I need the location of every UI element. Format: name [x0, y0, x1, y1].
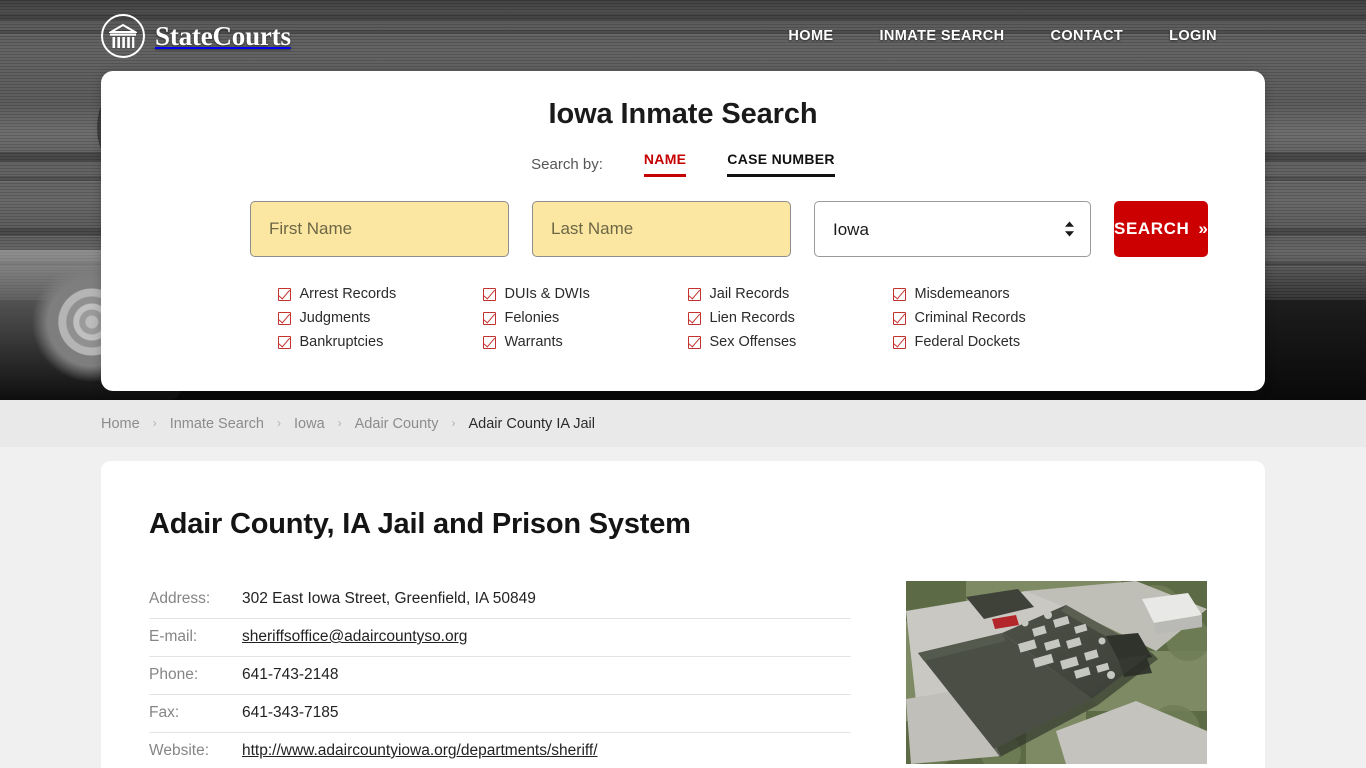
record-type-item[interactable]: Criminal Records — [892, 306, 1098, 330]
chevron-right-icon: › — [152, 415, 157, 430]
record-type-label: Jail Records — [709, 286, 790, 302]
main-menu: HOME INMATE SEARCH CONTACT LOGIN — [742, 22, 1217, 50]
record-type-label: Warrants — [504, 334, 563, 350]
table-row: Website: http://www.adaircountyiowa.org/… — [149, 733, 851, 768]
record-type-label: Bankruptcies — [299, 334, 384, 350]
check-icon — [892, 287, 906, 301]
detail-label: E-mail: — [149, 628, 198, 645]
record-type-item[interactable]: Sex Offenses — [687, 330, 893, 354]
record-type-label: Misdemeanors — [914, 286, 1010, 302]
breadcrumb-item-iowa[interactable]: Iowa — [294, 416, 325, 432]
breadcrumb-item-home[interactable]: Home — [101, 416, 140, 432]
detail-value-email-link[interactable]: sheriffsoffice@adaircountyso.org — [242, 628, 467, 645]
double-chevron-right-icon: » — [1198, 219, 1209, 238]
search-form: Iowa SEARCH » — [101, 201, 1265, 257]
check-icon — [687, 287, 701, 301]
check-icon — [277, 287, 291, 301]
check-icon — [482, 311, 496, 325]
record-type-label: Lien Records — [709, 310, 795, 326]
table-row: Address: 302 East Iowa Street, Greenfiel… — [149, 581, 851, 619]
record-type-item[interactable]: Arrest Records — [277, 282, 483, 306]
detail-label: Fax: — [149, 704, 180, 721]
record-type-item[interactable]: DUIs & DWIs — [482, 282, 688, 306]
breadcrumb-item-current: Adair County IA Jail — [468, 415, 596, 432]
page-title: Adair County, IA Jail and Prison System — [149, 508, 691, 540]
state-select[interactable]: Iowa — [814, 201, 1091, 257]
facility-contact-table: Address: 302 East Iowa Street, Greenfiel… — [149, 581, 851, 768]
record-type-label: Felonies — [504, 310, 560, 326]
check-icon — [687, 311, 701, 325]
record-type-label: Federal Dockets — [914, 334, 1021, 350]
record-type-label: Sex Offenses — [709, 334, 797, 350]
last-name-input[interactable] — [532, 201, 791, 257]
search-button-label: SEARCH — [1114, 219, 1190, 238]
search-by-row: Search by: NAME CASE NUMBER — [101, 151, 1265, 177]
courthouse-circle-icon — [101, 14, 145, 58]
brand-name-text: StateCourts — [155, 20, 291, 51]
chevron-right-icon: › — [277, 415, 281, 430]
check-icon — [892, 335, 906, 349]
check-icon — [277, 335, 291, 349]
search-button[interactable]: SEARCH » — [1114, 201, 1209, 257]
record-type-item[interactable]: Felonies — [482, 306, 688, 330]
detail-value-phone: 641-743-2148 — [242, 666, 339, 683]
detail-label: Address: — [149, 590, 211, 607]
record-type-label: Criminal Records — [914, 310, 1026, 326]
record-type-item[interactable]: Misdemeanors — [892, 282, 1098, 306]
check-icon — [482, 287, 496, 301]
breadcrumb-item-adair-county[interactable]: Adair County — [355, 416, 439, 432]
detail-value-address: 302 East Iowa Street, Greenfield, IA 508… — [242, 590, 536, 607]
record-type-item[interactable]: Judgments — [277, 306, 483, 330]
check-icon — [277, 311, 291, 325]
search-by-label: Search by: — [531, 156, 603, 173]
record-type-label: Arrest Records — [299, 286, 397, 302]
detail-label: Website: — [149, 742, 210, 759]
record-type-item[interactable]: Warrants — [482, 330, 688, 354]
nav-item-login[interactable]: LOGIN — [1169, 22, 1217, 50]
nav-item-home[interactable]: HOME — [788, 22, 833, 50]
chevron-right-icon: › — [337, 415, 342, 430]
record-type-list: Arrest Records DUIs & DWIs Jail Records … — [101, 282, 1265, 354]
detail-value-fax: 641-343-7185 — [242, 704, 339, 721]
state-select-wrapper: Iowa — [814, 201, 1091, 257]
brand-logo-link[interactable]: StateCourts — [101, 14, 291, 58]
facility-detail-card: Adair County, IA Jail and Prison System … — [101, 461, 1265, 768]
check-icon — [687, 335, 701, 349]
tab-case-number[interactable]: CASE NUMBER — [727, 151, 835, 177]
tab-name[interactable]: NAME — [643, 151, 687, 177]
first-name-input[interactable] — [250, 201, 509, 257]
chevron-right-icon: › — [451, 415, 456, 430]
hero-banner: COURT HOUSE StateCourts HOME — [0, 0, 1366, 400]
table-row: E-mail: sheriffsoffice@adaircountyso.org — [149, 619, 851, 657]
record-type-item[interactable]: Federal Dockets — [892, 330, 1098, 354]
breadcrumb: Home › Inmate Search › Iowa › Adair Coun… — [0, 400, 1366, 447]
table-row: Phone: 641-743-2148 — [149, 657, 851, 695]
record-type-label: DUIs & DWIs — [504, 286, 590, 302]
nav-item-contact[interactable]: CONTACT — [1050, 22, 1123, 50]
record-type-item[interactable]: Jail Records — [687, 282, 893, 306]
record-type-item[interactable]: Lien Records — [687, 306, 893, 330]
check-icon — [892, 311, 906, 325]
detail-label: Phone: — [149, 666, 199, 683]
check-icon — [482, 335, 496, 349]
detail-value-website-link[interactable]: http://www.adaircountyiowa.org/departmen… — [242, 742, 598, 759]
inmate-search-panel: Iowa Inmate Search Search by: NAME CASE … — [101, 71, 1265, 391]
facility-detail-row: Address: 302 East Iowa Street, Greenfiel… — [101, 541, 1265, 768]
nav-item-inmate-search[interactable]: INMATE SEARCH — [880, 22, 1005, 50]
table-row: Fax: 641-343-7185 — [149, 695, 851, 733]
record-type-item[interactable]: Bankruptcies — [277, 330, 483, 354]
top-navigation-bar: StateCourts HOME INMATE SEARCH CONTACT L… — [0, 0, 1366, 72]
record-type-label: Judgments — [299, 310, 371, 326]
jail-aerial-photo — [906, 581, 1207, 764]
search-panel-title: Iowa Inmate Search — [548, 98, 818, 130]
breadcrumb-item-inmate-search[interactable]: Inmate Search — [170, 416, 264, 432]
